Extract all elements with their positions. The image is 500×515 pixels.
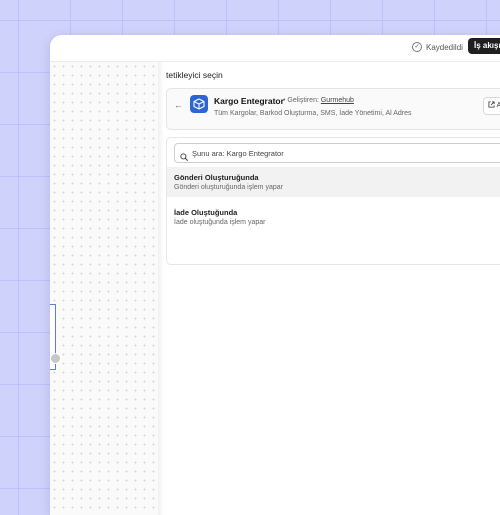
trigger-list-card: Gönderi Oluşturuğunda Gönderi oluşturuğu… [166,137,500,265]
developer-prefix: • Geliştiren: [283,97,321,104]
trigger-description: Gönderi oluşturuğunda işlem yapar [174,184,283,191]
save-status: ✓ Kaydedildi [412,39,463,55]
search-input[interactable] [192,146,492,160]
app-tags: Tüm Kargolar, Barkod Oluşturma, SMS, İad… [214,110,412,117]
external-link-icon [488,101,495,108]
trigger-title: Gönderi Oluşturuğunda [174,173,259,182]
top-bar: ✓ Kaydedildi İş akışı [50,35,500,62]
trigger-title: İade Oluştuğunda [174,208,238,217]
save-status-label: Kaydedildi [426,42,463,52]
workflow-editor-window: ✓ Kaydedildi İş akışı tetikleyici seçin … [50,35,500,515]
trigger-description: İade oluştuğunda işlem yapar [174,219,266,226]
check-circle-icon: ✓ [412,42,422,52]
workflow-button[interactable]: İş akışı [468,38,500,54]
package-icon [190,95,208,113]
back-arrow-icon[interactable]: ← [174,101,183,110]
app-developer: • Geliştiren: Gurmehub [283,97,354,104]
trigger-item-return-created[interactable]: İade Oluştuğunda İade oluştuğunda işlem … [167,202,500,232]
app-card: ← Kargo Entegrator • Geliştiren: Gurmehu… [166,88,500,130]
panel-title: tetikleyici seçin [166,70,223,80]
node-connector-handle[interactable] [50,353,61,364]
developer-link[interactable]: Gurmehub [321,97,354,104]
open-app-button[interactable]: A [483,97,500,115]
search-box[interactable] [174,143,500,163]
trigger-item-shipment-created[interactable]: Gönderi Oluşturuğunda Gönderi oluşturuğu… [167,167,500,197]
open-app-label: A [496,102,500,109]
trigger-panel: tetikleyici seçin ← Kargo Entegrator • G… [164,62,500,515]
search-icon [180,148,188,166]
app-name: Kargo Entegrator [214,96,284,106]
workflow-canvas[interactable] [50,62,158,515]
